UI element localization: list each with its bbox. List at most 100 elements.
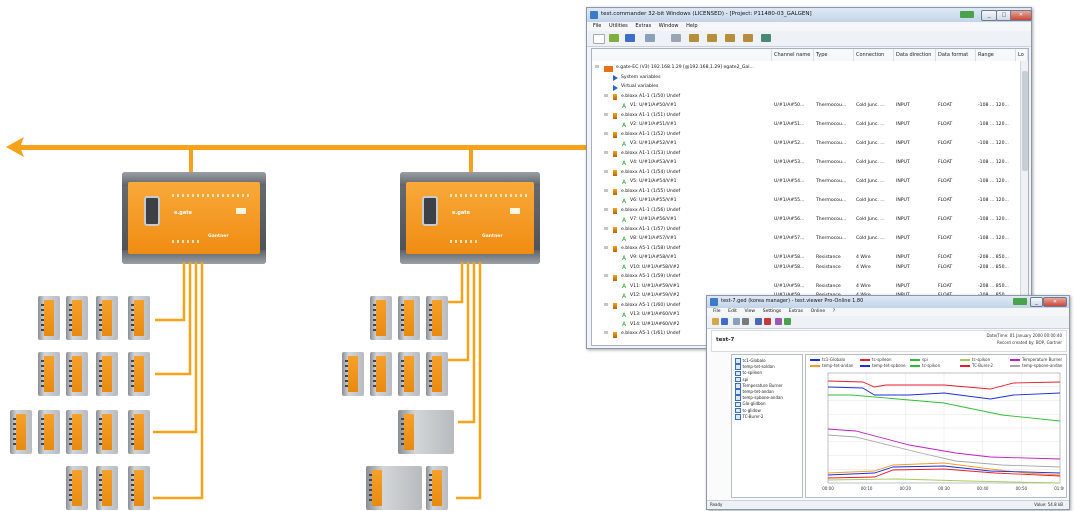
close-button[interactable]: ✕ [1010,10,1032,21]
viewer-menu-file[interactable]: File [713,309,721,314]
channel-label[interactable]: V13: U/#1/A#60/V#1 [630,312,680,317]
tree-node-label[interactable]: e.bloxx A1-1 (1/56) Undef [621,208,680,213]
tool-icon-1[interactable] [671,34,681,42]
viewer-menu-extras[interactable]: Extras [789,309,803,314]
channel-list-item[interactable]: TC-Burer-2 [735,414,763,420]
tree-node-label[interactable]: System variables [621,75,661,80]
channel-list-item[interactable]: tc-glidow [735,408,761,414]
col-header-range[interactable]: Range [976,49,1016,61]
connect-icon[interactable] [645,34,655,42]
tree-node-label[interactable]: e.bloxx A1-1 (1/55) Undef [621,189,680,194]
channel-list-item[interactable]: tc1-Globalo [735,358,766,364]
expand-toggle-icon[interactable]: ⊟ [604,208,608,213]
col-header-type[interactable]: Type [814,49,854,61]
tree-node-label[interactable]: e.bloxx A1-1 (1/54) Undef [621,170,680,175]
viewer-menu-settings[interactable]: Settings [763,309,781,314]
col-header-format[interactable]: Data format [936,49,976,61]
expand-toggle-icon[interactable]: ⊟ [604,170,608,175]
checkbox-icon[interactable] [735,364,741,370]
title-bar[interactable]: test.commander 32-bit Windows (LICENSED)… [587,8,1032,22]
tool-icon-5[interactable] [743,34,753,42]
menu-window[interactable]: Window [659,23,679,29]
new-icon[interactable] [593,34,605,44]
channel-label[interactable]: V4: U/#1/A#53/V#1 [630,160,677,165]
expand-toggle-icon[interactable]: ⊟ [604,132,608,137]
tool-icon-6[interactable] [761,34,771,42]
tree-node-label[interactable]: e.bloxx A1-1 (1/52) Undef [621,132,680,137]
channel-label[interactable]: V14: U/#1/A#60/V#2 [630,322,680,327]
tree-node-label[interactable]: e.gate-EC (V3) 192.168.1.29 [@192.168.1.… [616,65,754,70]
tree-node-label[interactable]: e.bloxx A5-1 (1/58) Undef [621,246,680,251]
tree-node-label[interactable]: e.bloxx A1-1 (1/57) Undef [621,227,680,232]
tree-node-label[interactable]: e.bloxx A5-1 (1/59) Undef [621,274,680,279]
expand-toggle-icon[interactable]: ⊟ [604,189,608,194]
expand-toggle-icon[interactable]: ⊟ [604,246,608,251]
viewer-menu-help[interactable]: ? [833,309,835,314]
col-header-lo[interactable]: Lo [1016,49,1028,61]
viewer-save-icon[interactable] [721,318,728,325]
viewer-menu-view[interactable]: View [744,309,755,314]
channel-list-item[interactable]: tc-spileon [735,370,762,377]
channel-label[interactable]: V11: U/#1/A#59/V#1 [630,284,680,289]
viewer-tool-icon-5[interactable] [784,318,791,325]
channel-label[interactable]: V10: U/#1/A#58/V#2 [630,265,680,270]
expand-toggle-icon[interactable]: ⊟ [604,303,608,308]
viewer-open-icon[interactable] [712,318,719,325]
checkbox-icon[interactable] [735,389,741,395]
channel-label[interactable]: V12: U/#1/A#59/V#2 [630,293,680,298]
tree-node-label[interactable]: e.bloxx A5-1 (1/60) Undef [621,303,680,308]
tree-node-label[interactable]: e.bloxx A1-1 (1/50) Undef [621,94,680,99]
tree-node-label[interactable]: e.bloxx A5-1 (1/61) Undef [621,331,680,336]
viewer-minimize-button[interactable]: _ [1030,297,1043,307]
checkbox-icon[interactable] [735,401,741,408]
tool-icon-2[interactable] [689,34,699,42]
viewer-tool-icon-2[interactable] [755,318,762,325]
checkbox-icon[interactable] [735,370,741,377]
channel-list-item[interactable]: temp-tet-soldan [735,364,775,370]
expand-toggle-icon[interactable]: ⊟ [604,331,608,336]
menu-help[interactable]: Help [686,23,697,29]
tree-node-label[interactable]: e.bloxx A1-1 (1/53) Undef [621,151,680,156]
viewer-tool-icon-4[interactable] [775,318,782,325]
tree-node-label[interactable]: e.bloxx A1-1 (1/51) Undef [621,113,680,118]
tree-node-label[interactable]: Virtual variables [621,84,658,89]
checkbox-icon[interactable] [735,395,741,401]
viewer-close-button[interactable]: ✕ [1043,297,1067,307]
col-header-tree[interactable] [592,49,772,61]
col-header-connection[interactable]: Connection [854,49,894,61]
checkbox-icon[interactable] [735,376,741,383]
col-header-direction[interactable]: Data direction [894,49,936,61]
channel-label[interactable]: V3: U/#1/A#52/V#1 [630,141,677,146]
col-header-channel[interactable]: Channel name [772,49,814,61]
channel-label[interactable]: V7: U/#1/A#56/V#1 [630,217,677,222]
channel-list-item[interactable]: temp-tet-andan [735,389,774,395]
tool-icon-4[interactable] [725,34,735,42]
channel-list-item[interactable]: spi [735,377,748,383]
channel-label[interactable]: V5: U/#1/A#54/V#1 [630,179,677,184]
minimize-button[interactable]: _ [981,10,997,21]
checkbox-icon[interactable] [735,358,741,364]
channel-list-item[interactable]: temp-spbone-andan [735,395,783,401]
viewer-menu-edit[interactable]: Edit [728,309,737,314]
viewer-title-bar[interactable]: test-7.ged (korea manager) - test.viewer… [707,296,1069,308]
expand-toggle-icon[interactable]: ⊟ [595,65,599,70]
viewer-print-icon[interactable] [742,318,749,325]
channel-label[interactable]: V1: U/#1/A#50/V#1 [630,103,677,108]
channel-label[interactable]: V2: U/#1/A#51/V#1 [630,122,677,127]
menu-extras[interactable]: Extras [635,23,651,29]
viewer-tool-icon-1[interactable] [733,318,740,325]
menu-utilities[interactable]: Utilities [609,23,628,29]
viewer-tool-icon-3[interactable] [764,318,771,325]
channel-label[interactable]: V6: U/#1/A#55/V#1 [630,198,677,203]
channel-label[interactable]: V9: U/#1/A#58/V#1 [630,255,677,260]
checkbox-icon[interactable] [735,383,741,389]
viewer-menu-online[interactable]: Online [811,309,826,314]
channel-list-item[interactable]: Glo-glidbon [735,401,766,408]
checkbox-icon[interactable] [735,414,741,420]
channel-list-item[interactable]: Temperature Burner [735,383,783,389]
channel-label[interactable]: V8: U/#1/A#57/V#1 [630,236,677,241]
checkbox-icon[interactable] [735,407,741,414]
expand-toggle-icon[interactable]: ⊟ [604,151,608,156]
expand-toggle-icon[interactable]: ⊟ [604,113,608,118]
expand-toggle-icon[interactable]: ⊟ [604,94,608,99]
